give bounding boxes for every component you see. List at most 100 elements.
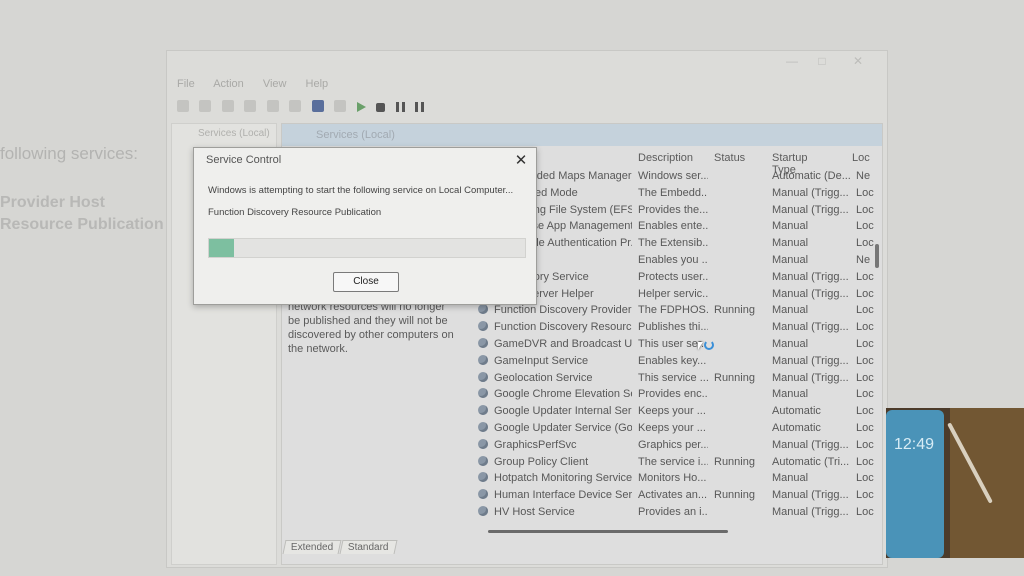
menu-file[interactable]: File [177,78,195,90]
service-startup-type: Manual (Trigg... [772,186,849,199]
dialog-title: Service Control [206,154,282,166]
service-row[interactable]: GraphicsPerfSvc Graphics per... Manual (Tr… [282,438,882,456]
service-description-cell: The service i... [638,455,708,468]
column-log-on[interactable]: Loc [852,152,870,164]
menu-view[interactable]: View [263,78,287,90]
cursor-arrow-icon [698,342,703,350]
maximize-button[interactable]: □ [807,54,837,68]
service-startup-type: Manual [772,388,809,401]
service-status: Running [714,455,755,468]
service-status: Running [714,371,755,384]
service-description-cell: The Extensib... [638,237,708,250]
service-row[interactable]: Google Chrome Elevation Se... Provides en… [282,388,882,405]
service-status: Running [714,489,755,502]
service-row[interactable]: GameInput Service Enables key... Manual (T… [282,354,882,372]
minimize-button[interactable]: — [777,54,807,68]
restart-service-icon[interactable] [414,102,424,112]
service-row[interactable]: GameDVR and Broadcast Us... This user ser… [282,338,882,355]
tab-standard[interactable]: Standard [339,540,398,554]
progress-fill [209,239,235,257]
service-startup-type: Manual (Trigg... [772,203,849,216]
service-description-cell: Publishes thi... [638,321,708,334]
view-tabs: Extended Standard [282,540,398,554]
service-name: Group Policy Client [494,455,589,468]
back-icon[interactable] [177,100,189,112]
service-name: Human Interface Device Serv... [494,489,632,502]
pause-service-icon[interactable] [395,102,405,112]
service-row[interactable]: Function Discovery Provider ... The FDPHO… [282,304,882,321]
properties-icon[interactable] [311,100,324,112]
service-row[interactable]: Geolocation Service This service ... Runni… [282,371,882,389]
service-startup-type: Manual (Trigg... [772,371,849,384]
export-icon[interactable] [289,100,302,112]
service-name: GameInput Service [494,354,589,367]
service-row[interactable]: Human Interface Device Serv... Activates … [282,489,882,506]
tab-standard-label: Standard [347,542,389,553]
service-row[interactable]: Google Updater Internal Ser... Keeps your… [282,405,882,422]
close-button[interactable]: Close [333,272,399,292]
menu-action[interactable]: Action [213,78,244,90]
service-name: Function Discovery Resourc... [494,321,632,334]
background-page: following services: Provider Host Resour… [0,0,175,576]
column-status[interactable]: Status [714,152,745,164]
service-row[interactable]: HV Host Service Provides an i... Manual (T… [282,506,882,523]
service-gear-icon [478,388,488,399]
close-icon[interactable]: ✕ [512,152,530,170]
service-gear-icon [478,354,488,365]
help-icon[interactable] [334,100,347,112]
window-close-button[interactable]: ✕ [843,54,873,68]
phone-screen: 12:49 [886,410,944,558]
service-name: Google Updater Service (Go... [494,422,632,434]
dialog-message: Windows is attempting to start the follo… [208,185,514,196]
service-startup-type: Automatic (De... [772,170,851,182]
refresh-icon[interactable] [266,100,279,112]
menu-bar: File Action View Help [177,78,344,94]
background-heading: following services: [0,144,138,163]
service-startup-type: Manual (Trigg... [772,354,849,367]
service-description-cell: The Embedd... [638,186,708,199]
service-row[interactable]: Hotpatch Monitoring Service Monitors Ho..… [282,472,882,489]
start-service-icon[interactable] [356,102,366,112]
services-window: — □ ✕ File Action View Help Services (Lo… [166,50,888,568]
column-description[interactable]: Description [638,152,693,164]
services-pane-title: Services (Local) [316,129,395,141]
service-gear-icon [478,438,488,449]
dialog-service-name: Function Discovery Resource Publication [208,207,382,218]
background-photo: 12:49 [886,408,1024,558]
service-startup-type: Manual [772,338,809,350]
service-name: Google Chrome Elevation Se... [494,388,632,401]
up-icon[interactable] [221,100,234,112]
service-row[interactable]: Google Updater Service (Go... Keeps your … [282,422,882,439]
service-startup-type: Manual [772,304,809,317]
horizontal-scroll-thumb[interactable] [488,530,728,533]
vertical-scroll-thumb[interactable] [875,244,879,268]
service-startup-type: Automatic [772,422,821,434]
vertical-scrollbar[interactable] [874,148,880,528]
menu-help[interactable]: Help [306,78,329,90]
service-startup-type: Manual (Trigg... [772,489,849,502]
service-description-cell: Provides an i... [638,506,708,518]
show-hide-tree-icon[interactable] [244,100,257,112]
background-title-line: Resource Publication [0,216,164,233]
forward-icon[interactable] [199,100,212,112]
service-gear-icon [478,472,488,483]
horizontal-scrollbar[interactable] [482,528,862,534]
service-row[interactable]: Function Discovery Resourc... Publishes t… [282,321,882,338]
service-startup-type: Manual (Trigg... [772,270,849,283]
stop-service-icon[interactable] [376,103,386,112]
service-name: Function Discovery Provider ... [494,304,632,317]
service-row[interactable]: Group Policy Client The service i... Runni… [282,455,882,473]
tree-item-services[interactable]: Services (Local) [198,128,270,139]
service-gear-icon [478,371,488,382]
service-startup-type: Manual [772,472,809,485]
tab-extended[interactable]: Extended [282,540,342,554]
photo-surface [950,408,1024,558]
service-name: Geolocation Service [494,371,593,384]
service-gear-icon [478,506,488,516]
service-startup-type: Manual [772,220,809,233]
service-description-cell: Provides the... [638,203,708,216]
service-gear-icon [478,455,488,466]
service-description-cell: This service ... [638,371,708,384]
service-gear-icon [478,321,488,332]
background-title-line: Provider Host [0,194,105,211]
